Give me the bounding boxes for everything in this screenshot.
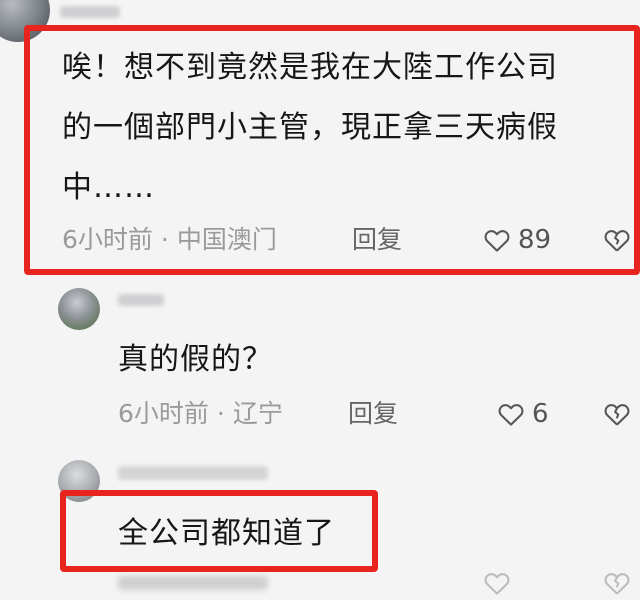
comment-location: 辽宁: [232, 399, 283, 428]
username-blurred: [118, 466, 268, 480]
comment-meta: 6小时前 · 辽宁: [118, 396, 283, 432]
reply-button[interactable]: 回复: [348, 396, 398, 432]
broken-heart-icon[interactable]: [602, 568, 632, 598]
separator-dot: ·: [216, 399, 225, 428]
broken-heart-icon[interactable]: [602, 399, 632, 429]
heart-outline-icon[interactable]: [482, 568, 512, 598]
like-count: 6: [532, 399, 549, 429]
highlight-frame: [60, 490, 378, 572]
highlight-frame: [24, 25, 640, 275]
avatar[interactable]: [58, 288, 100, 330]
meta-blurred: [118, 576, 268, 590]
heart-outline-icon[interactable]: [496, 399, 526, 429]
comment-text-line: 真的假的？: [118, 342, 273, 377]
username-blurred: [118, 294, 164, 306]
username-blurred: [60, 6, 120, 18]
comment-time: 6小时前: [118, 399, 209, 428]
